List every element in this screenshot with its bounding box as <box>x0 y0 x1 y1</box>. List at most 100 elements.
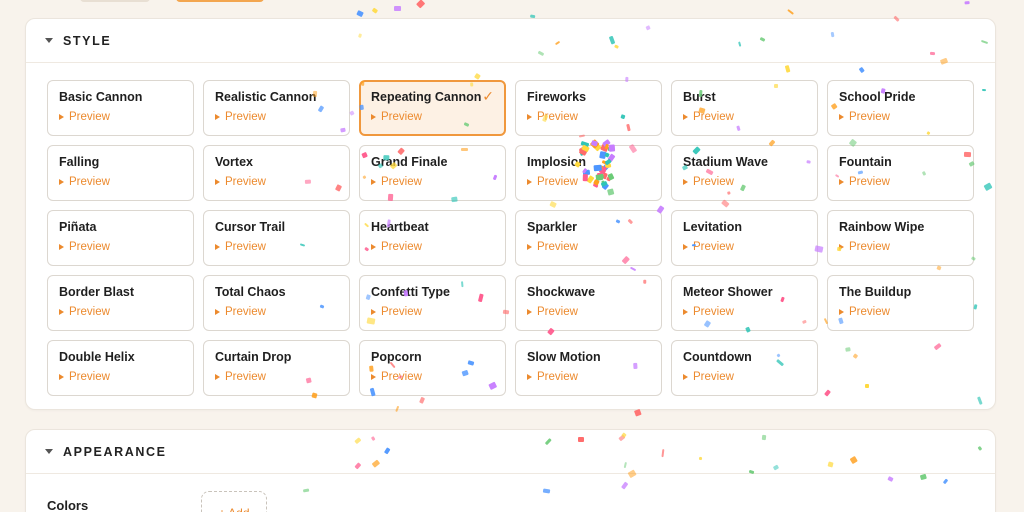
preview-link[interactable]: Preview <box>527 306 650 318</box>
appearance-section-header[interactable]: APPEARANCE <box>26 430 995 474</box>
preview-link[interactable]: Preview <box>371 371 494 383</box>
style-card[interactable]: Piñata Preview <box>47 210 194 266</box>
preview-link[interactable]: Preview <box>215 241 338 253</box>
style-card[interactable]: Rainbow Wipe Preview <box>827 210 974 266</box>
style-card[interactable]: Repeating Cannon Preview ✓ <box>359 80 506 136</box>
play-triangle-icon <box>371 179 376 185</box>
preview-link[interactable]: Preview <box>683 176 806 188</box>
preview-label: Preview <box>537 241 578 253</box>
preview-link[interactable]: Preview <box>371 176 494 188</box>
preview-link[interactable]: Preview <box>839 306 962 318</box>
style-card[interactable]: Fountain Preview <box>827 145 974 201</box>
confetti-piece <box>371 7 379 14</box>
style-card[interactable]: Confetti Type Preview <box>359 275 506 331</box>
style-card[interactable]: Basic Cannon Preview <box>47 80 194 136</box>
style-card-title: Fountain <box>839 155 892 169</box>
style-card[interactable]: Vortex Preview <box>203 145 350 201</box>
style-card[interactable]: Stadium Wave Preview <box>671 145 818 201</box>
style-card[interactable]: Cursor Trail Preview <box>203 210 350 266</box>
preview-link[interactable]: Preview <box>59 306 182 318</box>
preview-link[interactable]: Preview <box>839 241 962 253</box>
tab-indicator-active[interactable] <box>176 0 264 2</box>
add-color-button[interactable]: + Add <box>201 491 267 512</box>
preview-link[interactable]: Preview <box>527 371 650 383</box>
preview-label: Preview <box>849 111 890 123</box>
play-triangle-icon <box>683 114 688 120</box>
preview-link[interactable]: Preview <box>527 111 650 123</box>
style-card[interactable]: Burst Preview <box>671 80 818 136</box>
style-card[interactable]: School Pride Preview <box>827 80 974 136</box>
preview-label: Preview <box>849 241 890 253</box>
preview-link[interactable]: Preview <box>215 371 338 383</box>
style-card[interactable]: Grand Finale Preview <box>359 145 506 201</box>
preview-link[interactable]: Preview <box>839 111 962 123</box>
caret-down-icon[interactable] <box>45 449 53 454</box>
preview-link[interactable]: Preview <box>527 241 650 253</box>
style-section-header[interactable]: STYLE <box>26 19 995 63</box>
style-card[interactable]: Countdown Preview <box>671 340 818 396</box>
preview-link[interactable]: Preview <box>371 306 494 318</box>
style-card[interactable]: Realistic Cannon Preview <box>203 80 350 136</box>
style-card-title: Meteor Shower <box>683 285 773 299</box>
preview-link[interactable]: Preview <box>527 176 650 188</box>
style-card[interactable]: Slow Motion Preview <box>515 340 662 396</box>
play-triangle-icon <box>215 179 220 185</box>
preview-label: Preview <box>225 176 266 188</box>
appearance-section-title: APPEARANCE <box>63 444 167 459</box>
preview-link[interactable]: Preview <box>683 306 806 318</box>
style-card[interactable]: Border Blast Preview <box>47 275 194 331</box>
play-triangle-icon <box>59 309 64 315</box>
style-card[interactable]: Shockwave Preview <box>515 275 662 331</box>
preview-label: Preview <box>537 176 578 188</box>
preview-label: Preview <box>381 241 422 253</box>
preview-link[interactable]: Preview <box>683 241 806 253</box>
preview-link[interactable]: Preview <box>59 176 182 188</box>
caret-down-icon[interactable] <box>45 38 53 43</box>
tab-indicator-inactive[interactable] <box>80 0 150 2</box>
style-card-title: The Buildup <box>839 285 912 299</box>
preview-link[interactable]: Preview <box>215 306 338 318</box>
preview-link[interactable]: Preview <box>59 371 182 383</box>
style-card[interactable]: Popcorn Preview <box>359 340 506 396</box>
play-triangle-icon <box>59 114 64 120</box>
play-triangle-icon <box>839 179 844 185</box>
play-triangle-icon <box>683 179 688 185</box>
style-card[interactable]: Levitation Preview <box>671 210 818 266</box>
style-card[interactable]: Meteor Shower Preview <box>671 275 818 331</box>
preview-label: Preview <box>693 176 734 188</box>
style-card[interactable]: Sparkler Preview <box>515 210 662 266</box>
preview-link[interactable]: Preview <box>215 176 338 188</box>
style-grid: Basic Cannon Preview Realistic Cannon Previ… <box>47 80 974 396</box>
style-card-title: Confetti Type <box>371 285 450 299</box>
preview-link[interactable]: Preview <box>215 111 338 123</box>
style-card[interactable]: Total Chaos Preview <box>203 275 350 331</box>
style-card[interactable]: Heartbeat Preview <box>359 210 506 266</box>
preview-link[interactable]: Preview <box>839 176 962 188</box>
appearance-section: APPEARANCE Colors + Add <box>25 429 996 512</box>
style-card-title: Popcorn <box>371 350 422 364</box>
style-card-title: Heartbeat <box>371 220 429 234</box>
style-card[interactable]: Fireworks Preview <box>515 80 662 136</box>
preview-label: Preview <box>381 176 422 188</box>
preview-link[interactable]: Preview <box>371 111 494 123</box>
preview-link[interactable]: Preview <box>683 111 806 123</box>
style-card[interactable]: Implosion Preview <box>515 145 662 201</box>
play-triangle-icon <box>215 374 220 380</box>
style-card[interactable]: Falling Preview <box>47 145 194 201</box>
style-card[interactable]: Double Helix Preview <box>47 340 194 396</box>
play-triangle-icon <box>527 309 532 315</box>
play-triangle-icon <box>839 114 844 120</box>
style-card-title: Total Chaos <box>215 285 286 299</box>
preview-link[interactable]: Preview <box>59 111 182 123</box>
style-card[interactable]: The Buildup Preview <box>827 275 974 331</box>
preview-label: Preview <box>537 371 578 383</box>
style-card-title: Shockwave <box>527 285 596 299</box>
style-card[interactable]: Curtain Drop Preview <box>203 340 350 396</box>
preview-link[interactable]: Preview <box>371 241 494 253</box>
play-triangle-icon <box>215 309 220 315</box>
preview-link[interactable]: Preview <box>683 371 806 383</box>
preview-label: Preview <box>693 371 734 383</box>
preview-label: Preview <box>381 371 422 383</box>
preview-link[interactable]: Preview <box>59 241 182 253</box>
play-triangle-icon <box>371 114 376 120</box>
